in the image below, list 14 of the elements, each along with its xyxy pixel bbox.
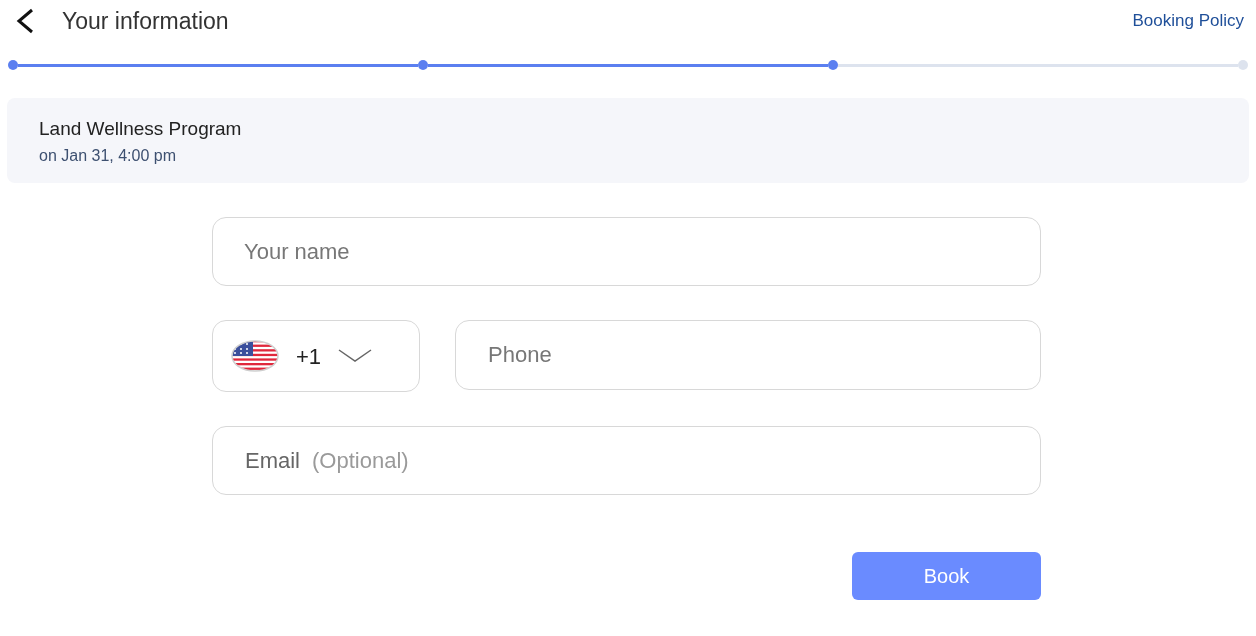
flag-icon (231, 340, 279, 372)
country-code-select[interactable]: +1 (212, 320, 420, 392)
phone-field[interactable]: Phone (455, 320, 1041, 390)
program-title: Land Wellness Program (39, 117, 243, 141)
email-placeholder: Email (245, 447, 300, 475)
booking-time: on Jan 31, 4:00 pm (39, 145, 177, 166)
chevron-down-icon (338, 349, 373, 363)
name-field[interactable]: Your name (212, 217, 1041, 286)
email-field[interactable]: Email (Optional) (212, 426, 1041, 495)
back-icon (14, 8, 36, 34)
optional-hint: (Optional) (312, 447, 409, 475)
booking-policy-link[interactable]: Booking Policy (1132, 8, 1244, 34)
back-button[interactable] (14, 8, 36, 34)
page-title: Your information (62, 6, 229, 36)
